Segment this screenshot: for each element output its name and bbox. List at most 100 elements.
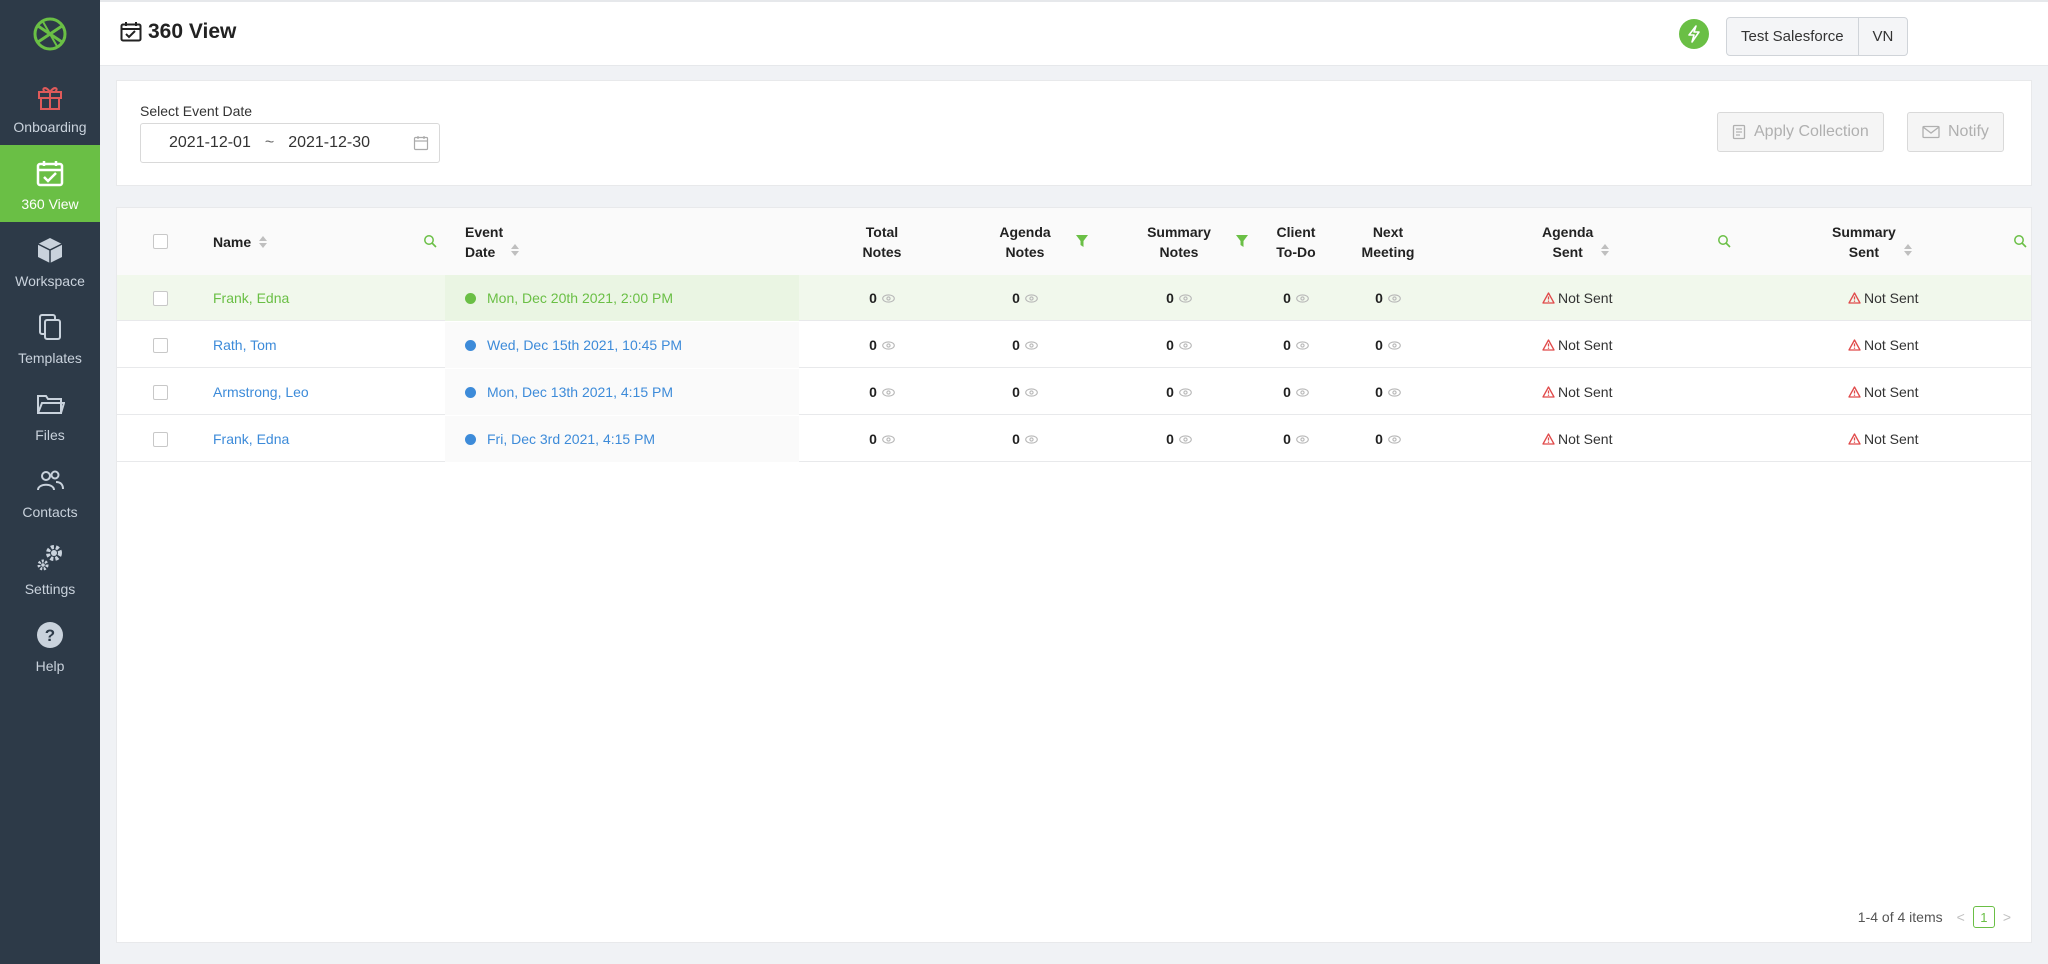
page-title: 360 View — [120, 20, 236, 44]
org-label[interactable]: Test Salesforce — [1727, 18, 1858, 55]
app-logo[interactable] — [0, 0, 100, 68]
next-page-icon[interactable]: > — [2003, 909, 2011, 925]
eye-icon[interactable] — [1025, 434, 1038, 444]
eye-icon[interactable] — [1025, 340, 1038, 350]
date-range-picker[interactable]: 2021-12-01 ~ 2021-12-30 — [140, 123, 440, 163]
contact-name-link[interactable]: Frank, Edna — [213, 290, 289, 306]
search-icon[interactable] — [1717, 234, 1731, 248]
total-notes-cell: 0 — [832, 275, 932, 321]
date-filter-label: Select Event Date — [140, 103, 253, 119]
table-row[interactable]: Rath, Tom Wed, Dec 15th 2021, 10:45 PM 0 0 0… — [117, 322, 2031, 368]
col-name[interactable]: Name — [213, 208, 268, 275]
sidebar-item-workspace[interactable]: Workspace — [0, 222, 100, 299]
eye-icon[interactable] — [882, 387, 895, 397]
eye-icon[interactable] — [882, 434, 895, 444]
eye-icon[interactable] — [1296, 434, 1309, 444]
eye-icon[interactable] — [1179, 434, 1192, 444]
sidebar-item-label: Workspace — [15, 272, 85, 289]
eye-icon[interactable] — [1296, 340, 1309, 350]
document-icon — [1732, 124, 1746, 140]
select-all-checkbox[interactable] — [153, 234, 168, 249]
sidebar-item-360-view[interactable]: 360 View — [0, 145, 100, 222]
eye-icon[interactable] — [1388, 434, 1401, 444]
calendar-icon — [413, 136, 429, 151]
table-row[interactable]: Frank, Edna Mon, Dec 20th 2021, 2:00 PM 0 0… — [117, 275, 2031, 321]
event-date-link[interactable]: Wed, Dec 15th 2021, 10:45 PM — [487, 337, 682, 353]
summary-sent-status: Not Sent — [1864, 290, 1919, 306]
sidebar-item-settings[interactable]: Settings — [0, 530, 100, 607]
event-date-link[interactable]: Mon, Dec 13th 2021, 4:15 PM — [487, 384, 673, 400]
sidebar-item-onboarding[interactable]: Onboarding — [0, 68, 100, 145]
contact-name-link[interactable]: Rath, Tom — [213, 337, 277, 353]
table-row[interactable]: Armstrong, Leo Mon, Dec 13th 2021, 4:15 P… — [117, 369, 2031, 415]
summary-sent-status: Not Sent — [1864, 431, 1919, 447]
eye-icon[interactable] — [1388, 340, 1401, 350]
summary-notes-value: 0 — [1166, 290, 1174, 306]
eye-icon[interactable] — [1179, 293, 1192, 303]
sync-button[interactable] — [1679, 19, 1709, 49]
row-checkbox-cell — [153, 369, 168, 415]
col-client-todo-label-2: To-Do — [1276, 243, 1316, 260]
col-agenda-notes: Agenda Notes — [975, 208, 1075, 275]
sort-icon[interactable] — [259, 235, 268, 249]
apply-collection-button[interactable]: Apply Collection — [1717, 112, 1884, 152]
contact-name-link[interactable]: Armstrong, Leo — [213, 384, 309, 400]
col-summary-sent[interactable]: Summary Sent — [1832, 208, 1912, 275]
eye-icon[interactable] — [1296, 293, 1309, 303]
eye-icon[interactable] — [1025, 293, 1038, 303]
end-date-input[interactable]: 2021-12-30 — [288, 134, 370, 152]
eye-icon[interactable] — [1025, 387, 1038, 397]
apply-collection-label: Apply Collection — [1754, 123, 1869, 140]
pagination: 1-4 of 4 items < 1 > — [1858, 906, 2019, 928]
event-date-link[interactable]: Fri, Dec 3rd 2021, 4:15 PM — [487, 431, 655, 447]
notify-button[interactable]: Notify — [1907, 112, 2004, 152]
sidebar-item-files[interactable]: Files — [0, 376, 100, 453]
col-event-date[interactable]: Event Date — [445, 208, 799, 275]
event-date-link[interactable]: Mon, Dec 20th 2021, 2:00 PM — [487, 290, 673, 306]
page-button-1[interactable]: 1 — [1972, 906, 1995, 928]
eye-icon[interactable] — [1179, 340, 1192, 350]
warning-icon — [1848, 386, 1861, 398]
start-date-input[interactable]: 2021-12-01 — [169, 134, 251, 152]
col-summary-notes-label: Summary — [1147, 223, 1211, 240]
agenda-notes-value: 0 — [1012, 431, 1020, 447]
summary-notes-value: 0 — [1166, 431, 1174, 447]
prev-page-icon[interactable]: < — [1957, 909, 1965, 925]
agenda-notes-cell: 0 — [975, 369, 1075, 415]
contact-name-link[interactable]: Frank, Edna — [213, 431, 289, 447]
events-table: Name Event Date Total Notes Agenda Notes Su… — [116, 207, 2032, 943]
table-row[interactable]: Frank, Edna Fri, Dec 3rd 2021, 4:15 PM 0 0 0… — [117, 416, 2031, 462]
sort-icon[interactable] — [511, 243, 520, 257]
row-checkbox[interactable] — [153, 337, 168, 353]
eye-icon[interactable] — [1388, 387, 1401, 397]
col-agenda-sent[interactable]: Agenda Sent — [1542, 208, 1610, 275]
sort-icon[interactable] — [1601, 243, 1610, 257]
summary-notes-cell: 0 — [1129, 416, 1229, 462]
sidebar-item-help[interactable]: ? Help — [0, 607, 100, 684]
search-icon[interactable] — [2013, 234, 2027, 248]
select-all-checkbox-cell — [153, 208, 168, 275]
user-initials[interactable]: VN — [1857, 18, 1908, 55]
sidebar-item-templates[interactable]: Templates — [0, 299, 100, 376]
cube-icon — [35, 233, 65, 267]
col-next-meeting: Next Meeting — [1338, 208, 1438, 275]
status-dot — [465, 339, 476, 351]
account-switcher[interactable]: Test Salesforce VN — [1726, 17, 1909, 56]
client-todo-value: 0 — [1283, 384, 1291, 400]
eye-icon[interactable] — [882, 340, 895, 350]
row-checkbox[interactable] — [153, 431, 168, 447]
total-notes-cell: 0 — [832, 416, 932, 462]
row-checkbox[interactable] — [153, 384, 168, 400]
eye-icon[interactable] — [1296, 387, 1309, 397]
search-icon[interactable] — [423, 234, 437, 248]
eye-icon[interactable] — [1388, 293, 1401, 303]
row-checkbox[interactable] — [153, 290, 168, 306]
notify-label: Notify — [1948, 123, 1989, 140]
sidebar-item-contacts[interactable]: Contacts — [0, 453, 100, 530]
filter-icon[interactable] — [1076, 234, 1088, 248]
sort-icon[interactable] — [1903, 243, 1912, 257]
eye-icon[interactable] — [1179, 387, 1192, 397]
client-todo-cell: 0 — [1246, 416, 1346, 462]
row-checkbox-cell — [153, 416, 168, 462]
eye-icon[interactable] — [882, 293, 895, 303]
